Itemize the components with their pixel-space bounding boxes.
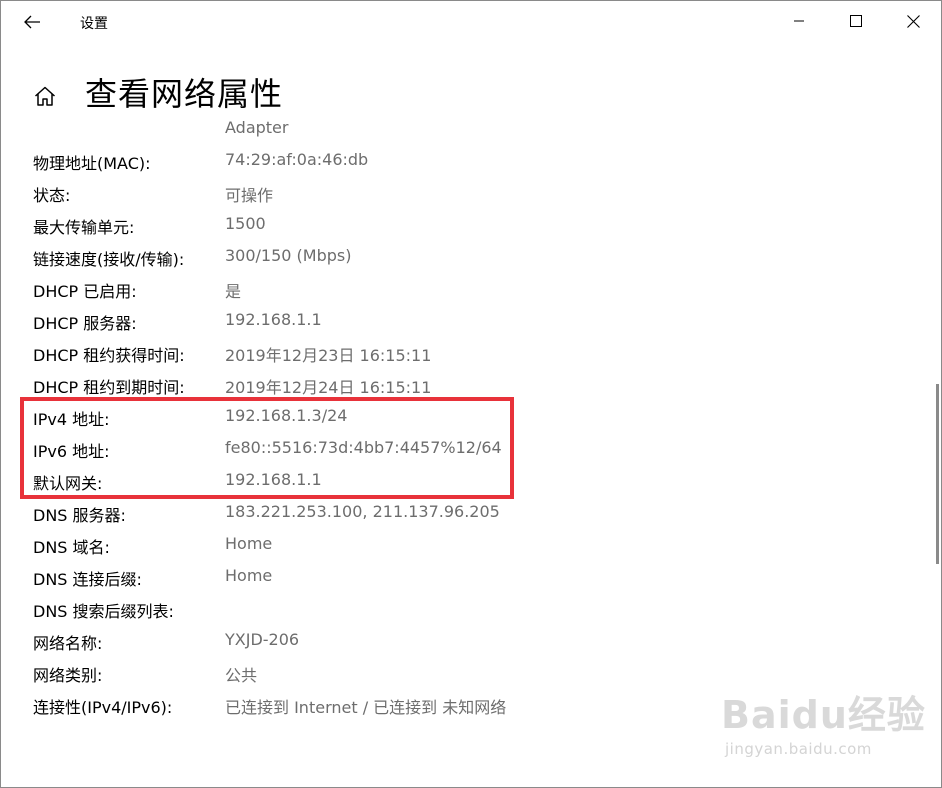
- property-value: 公共: [225, 666, 258, 685]
- watermark-logo: Baidu经验: [721, 684, 926, 739]
- back-button[interactable]: [15, 7, 49, 37]
- scrollbar-thumb[interactable]: [936, 384, 939, 564]
- property-row-dns-servers: DNS 服务器: 183.221.253.100, 211.137.96.205: [1, 497, 941, 529]
- property-row-status: 状态: 可操作: [1, 177, 941, 209]
- property-label: DNS 连接后缀:: [33, 570, 142, 589]
- property-row-dhcp-server: DHCP 服务器: 192.168.1.1: [1, 305, 941, 337]
- home-icon: [34, 86, 56, 106]
- maximize-button[interactable]: [833, 5, 879, 37]
- close-button[interactable]: [890, 5, 936, 37]
- close-icon: [906, 14, 920, 28]
- property-value: 183.221.253.100, 211.137.96.205: [225, 502, 500, 521]
- property-label: DHCP 服务器:: [33, 314, 137, 333]
- property-row-dns-search-list: DNS 搜索后缀列表:: [1, 593, 941, 625]
- property-label: DHCP 租约到期时间:: [33, 378, 185, 397]
- property-value: 192.168.1.1: [225, 310, 322, 329]
- property-label: 最大传输单元:: [33, 218, 135, 237]
- watermark-url: jingyan.baidu.com: [725, 740, 872, 758]
- property-row-link-speed: 链接速度(接收/传输): 300/150 (Mbps): [1, 241, 941, 273]
- property-label: 物理地址(MAC):: [33, 154, 151, 173]
- property-label: 连接性(IPv4/IPv6):: [33, 698, 173, 717]
- app-title: 设置: [80, 16, 108, 32]
- property-value: 74:29:af:0a:46:db: [225, 150, 369, 169]
- page-title: 查看网络属性: [85, 75, 284, 113]
- property-label: 网络类别:: [33, 666, 103, 685]
- minimize-button[interactable]: [776, 5, 822, 37]
- property-row-adapter: Adapter: [1, 113, 941, 145]
- property-value: 2019年12月23日 16:15:11: [225, 346, 432, 365]
- property-value: YXJD-206: [225, 630, 300, 649]
- property-row-dns-domain: DNS 域名: Home: [1, 529, 941, 561]
- settings-window: 设置 查看网络属性 Adapter 物理地址(MAC): 74:29:af:0a…: [0, 0, 942, 788]
- property-row-dns-suffix: DNS 连接后缀: Home: [1, 561, 941, 593]
- property-label: 链接速度(接收/传输):: [33, 250, 185, 269]
- watermark: Baidu经验 jingyan.baidu.com: [721, 684, 925, 774]
- property-label: DHCP 已启用:: [33, 282, 137, 301]
- property-row-mac: 物理地址(MAC): 74:29:af:0a:46:db: [1, 145, 941, 177]
- arrow-left-icon: [24, 15, 40, 29]
- property-value: 2019年12月24日 16:15:11: [225, 378, 432, 397]
- property-row-lease-obtained: DHCP 租约获得时间: 2019年12月23日 16:15:11: [1, 337, 941, 369]
- property-label: DNS 服务器:: [33, 506, 126, 525]
- property-value: 300/150 (Mbps): [225, 246, 352, 265]
- property-label: DNS 搜索后缀列表:: [33, 602, 174, 621]
- highlight-annotation-box: [20, 397, 514, 499]
- title-bar: 设置: [1, 1, 941, 43]
- property-row-network-name: 网络名称: YXJD-206: [1, 625, 941, 657]
- maximize-icon: [850, 15, 862, 27]
- minimize-icon: [794, 20, 804, 22]
- property-label: 网络名称:: [33, 634, 103, 653]
- property-label: 状态:: [33, 186, 71, 205]
- property-row-dhcp-enabled: DHCP 已启用: 是: [1, 273, 941, 305]
- property-value: Home: [225, 566, 273, 585]
- property-row-mtu: 最大传输单元: 1500: [1, 209, 941, 241]
- property-value: 已连接到 Internet / 已连接到 未知网络: [225, 698, 507, 717]
- property-label: DNS 域名:: [33, 538, 110, 557]
- property-label: DHCP 租约获得时间:: [33, 346, 185, 365]
- property-value: 1500: [225, 214, 266, 233]
- property-value: Home: [225, 534, 273, 553]
- property-value: 可操作: [225, 186, 274, 205]
- home-button[interactable]: [29, 81, 61, 111]
- watermark-logo-text: Baidu经验: [721, 693, 926, 737]
- property-value: Adapter: [225, 118, 289, 137]
- property-value: 是: [225, 282, 242, 301]
